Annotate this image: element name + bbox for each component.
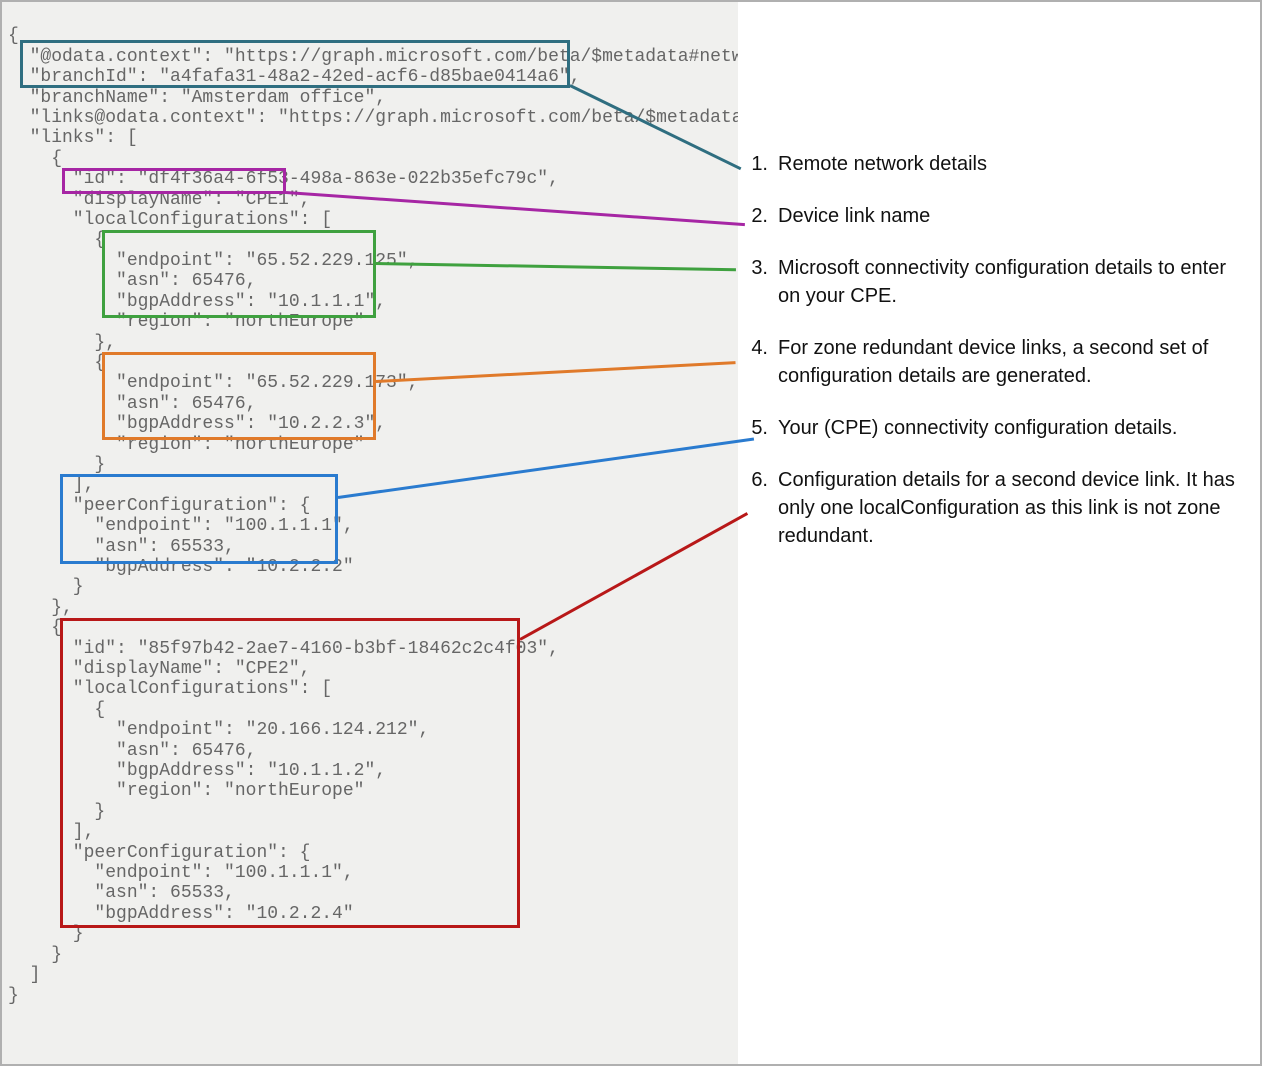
code-line: { [8, 149, 62, 169]
code-line: "links@odata.context": "https://graph.mi… [8, 108, 738, 128]
legend-item-1: 1. Remote network details [742, 150, 1242, 178]
legend-number: 5. [742, 414, 778, 442]
code-line: ] [8, 965, 40, 985]
code-line: { [8, 230, 105, 250]
code-line: "links": [ [8, 128, 138, 148]
code-line: "localConfigurations": [ [8, 210, 332, 230]
code-line: { [8, 353, 105, 373]
diagram-frame: { "@odata.context": "https://graph.micro… [0, 0, 1262, 1066]
legend-item-6: 6. Configuration details for a second de… [742, 466, 1242, 550]
legend-text: Configuration details for a second devic… [778, 466, 1242, 550]
code-line: } [8, 577, 84, 597]
legend-item-2: 2. Device link name [742, 202, 1242, 230]
code-line: { [8, 26, 19, 46]
highlight-second-link [60, 618, 520, 928]
highlight-peer-config [60, 474, 338, 564]
legend-item-5: 5. Your (CPE) connectivity configuration… [742, 414, 1242, 442]
legend-text: Device link name [778, 202, 1242, 230]
legend-text: Microsoft connectivity configuration det… [778, 254, 1242, 310]
highlight-remote-network [20, 40, 570, 88]
code-line: } [8, 945, 62, 965]
legend-text: Remote network details [778, 150, 1242, 178]
legend-number: 6. [742, 466, 778, 550]
code-line: }, [8, 333, 116, 353]
legend-item-3: 3. Microsoft connectivity configuration … [742, 254, 1242, 310]
code-line: { [8, 618, 62, 638]
highlight-device-link-name [62, 168, 286, 194]
highlight-ms-config [102, 230, 376, 318]
legend-text: For zone redundant device links, a secon… [778, 334, 1242, 390]
code-line: } [8, 986, 19, 1006]
legend-number: 4. [742, 334, 778, 390]
legend-text: Your (CPE) connectivity configuration de… [778, 414, 1242, 442]
code-line: } [8, 455, 105, 475]
highlight-second-config [102, 352, 376, 440]
code-line: }, [8, 598, 73, 618]
legend-number: 2. [742, 202, 778, 230]
legend-item-4: 4. For zone redundant device links, a se… [742, 334, 1242, 390]
legend-number: 1. [742, 150, 778, 178]
legend-number: 3. [742, 254, 778, 310]
code-line: "branchName": "Amsterdam office", [8, 88, 386, 108]
legend-list: 1. Remote network details 2. Device link… [742, 150, 1242, 574]
